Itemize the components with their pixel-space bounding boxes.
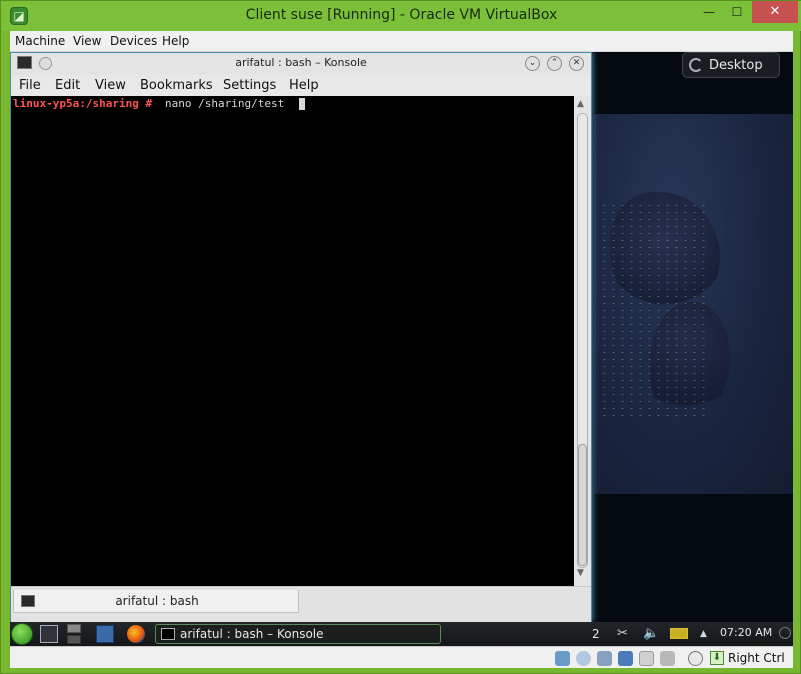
shared-folders-icon[interactable] [639, 651, 654, 666]
activities-cube-icon[interactable] [40, 625, 58, 643]
optical-drive-icon[interactable] [576, 651, 591, 666]
virtualbox-window: ◪ Client suse [Running] - Oracle VM Virt… [0, 0, 801, 674]
taskbar-label: arifatul : bash – Konsole [180, 627, 324, 641]
pager-desktop1-icon[interactable] [67, 624, 81, 633]
battery-icon[interactable] [670, 628, 688, 639]
close-button[interactable]: ✕ [752, 1, 798, 23]
scroll-down-arrow-icon[interactable]: ▼ [577, 568, 584, 578]
tab-label: arifatul : bash [115, 594, 199, 608]
clock[interactable]: 07:20 AM [720, 626, 772, 639]
scissors-icon[interactable]: ✂ [617, 626, 628, 641]
konsole-menu-view[interactable]: View [95, 78, 126, 93]
host-menubar: Machine View Devices Help [10, 31, 793, 52]
kde-panel: arifatul : bash – Konsole 2 ✂ 🔈 ▲ 07:20 … [10, 622, 793, 646]
konsole-close-button[interactable]: ✕ [569, 56, 584, 71]
konsole-menu-file[interactable]: File [19, 78, 41, 93]
desktop-button-label: Desktop [709, 58, 763, 73]
menu-help[interactable]: Help [162, 34, 189, 48]
taskbar-konsole-entry[interactable]: arifatul : bash – Konsole [155, 624, 441, 644]
terminal-icon [161, 628, 175, 640]
konsole-menu-settings[interactable]: Settings [223, 78, 276, 93]
host-key-arrow-icon: ⬇ [710, 651, 724, 665]
expand-arrow-icon[interactable]: ▲ [700, 629, 707, 639]
konsole-minimize-button[interactable]: ⌄ [525, 56, 540, 71]
display-icon[interactable] [660, 651, 675, 666]
konsole-maximize-button[interactable]: ⌃ [547, 56, 562, 71]
konsole-tabbar: arifatul : bash [11, 586, 591, 622]
konsole-menu-bookmarks[interactable]: Bookmarks [140, 78, 213, 93]
panel-cashew-icon[interactable] [779, 627, 791, 639]
konsole-menubar: File Edit View Bookmarks Settings Help [11, 75, 591, 95]
guest-screen[interactable]: Desktop arifatul : bash – Konsole ⌄ ⌃ ✕ … [10, 52, 793, 646]
cashew-icon [689, 58, 703, 72]
firefox-icon[interactable] [127, 625, 145, 643]
konsole-tab[interactable]: arifatul : bash [13, 590, 299, 613]
menu-machine[interactable]: Machine [15, 34, 65, 48]
shell-command: nano /sharing/test [165, 97, 285, 110]
host-titlebar[interactable]: ◪ Client suse [Running] - Oracle VM Virt… [1, 1, 801, 31]
konsole-menu-help[interactable]: Help [289, 78, 319, 93]
terminal-area[interactable]: linux-yp5a:/sharing # nano /sharing/test [11, 96, 574, 586]
minimize-button[interactable]: — [695, 1, 723, 23]
terminal-scrollbar[interactable]: ▲ ▼ [574, 96, 591, 586]
maximize-button[interactable]: ☐ [723, 1, 751, 23]
pager-desktop2-icon[interactable] [67, 635, 81, 644]
network-icon[interactable] [618, 651, 633, 666]
virtual-desktop-number[interactable]: 2 [592, 627, 600, 641]
scrollbar-track[interactable] [577, 113, 588, 568]
mouse-integration-icon[interactable] [688, 651, 703, 666]
scrollbar-thumb[interactable] [578, 444, 587, 566]
volume-icon[interactable]: 🔈 [643, 626, 659, 641]
hard-disk-icon[interactable] [555, 651, 570, 666]
konsole-title: arifatul : bash – Konsole [235, 56, 367, 69]
wallpaper-city-lights [600, 202, 710, 422]
host-key-label: Right Ctrl [728, 651, 785, 665]
file-manager-icon[interactable] [96, 625, 114, 643]
text-cursor [299, 98, 305, 110]
host-window-title: Client suse [Running] - Oracle VM Virtua… [245, 7, 558, 23]
konsole-menu-edit[interactable]: Edit [55, 78, 80, 93]
menu-devices[interactable]: Devices [110, 34, 157, 48]
menu-view[interactable]: View [73, 34, 101, 48]
konsole-window: arifatul : bash – Konsole ⌄ ⌃ ✕ File Edi… [10, 52, 592, 622]
desktop-toolbox-button[interactable]: Desktop [682, 52, 780, 78]
scroll-up-arrow-icon[interactable]: ▲ [577, 99, 584, 109]
shell-prompt: linux-yp5a:/sharing # [13, 97, 153, 110]
konsole-titlebar[interactable]: arifatul : bash – Konsole ⌄ ⌃ ✕ [11, 53, 591, 75]
usb-icon[interactable] [597, 651, 612, 666]
host-statusbar: ⬇ Right Ctrl [10, 646, 793, 668]
application-launcher-icon[interactable] [11, 623, 33, 645]
